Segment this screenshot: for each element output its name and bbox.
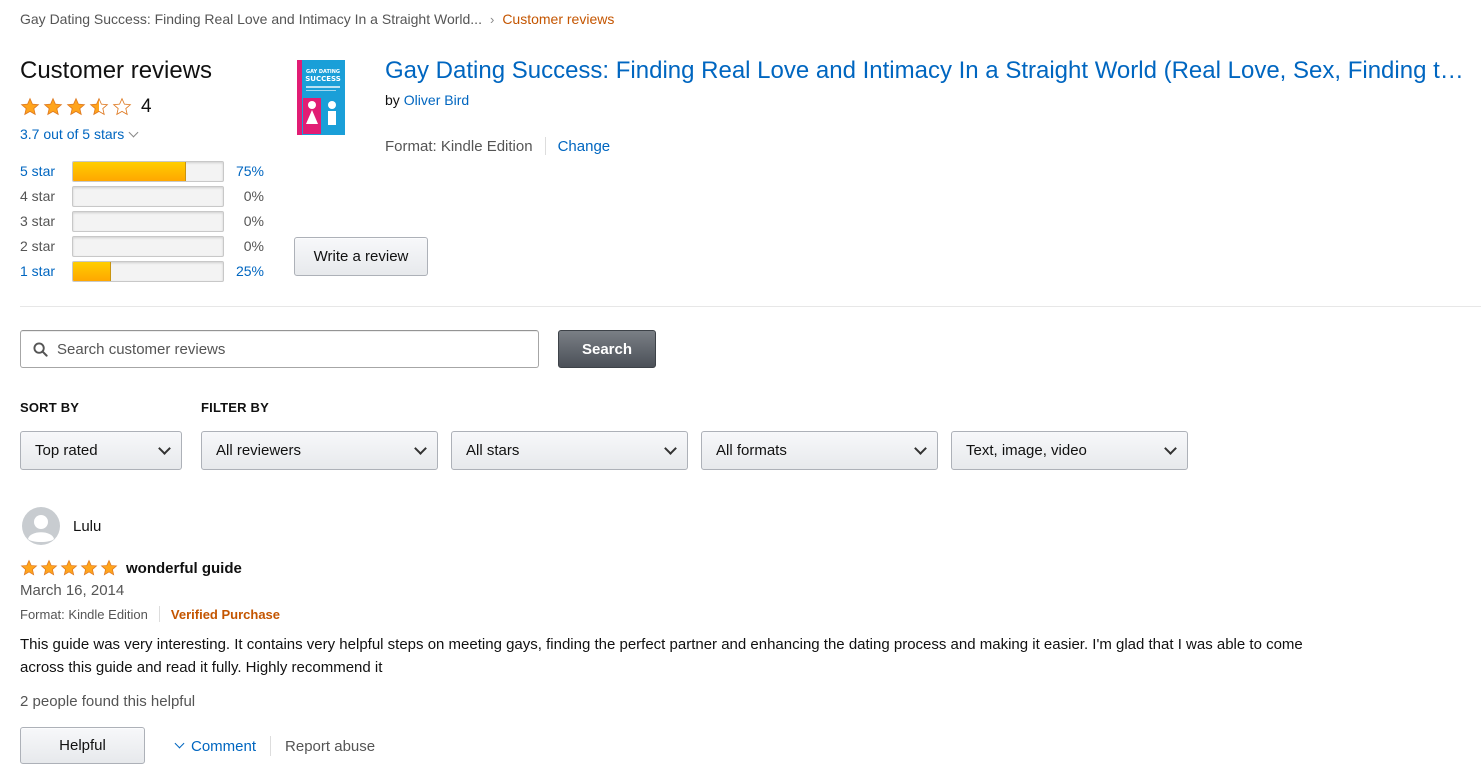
sort-value: Top rated: [35, 442, 98, 459]
review-actions: Comment Report abuse: [158, 736, 375, 756]
breadcrumb: Gay Dating Success: Finding Real Love an…: [20, 11, 614, 27]
histogram-label: 3 star: [20, 213, 56, 229]
review-rating: wonderful guide: [20, 559, 242, 577]
histogram-percent: 25%: [235, 263, 264, 279]
breadcrumb-current: Customer reviews: [502, 11, 615, 27]
star-full-icon: [20, 559, 38, 576]
media-filter-dropdown[interactable]: Text, image, video: [951, 431, 1188, 470]
search-input[interactable]: [57, 340, 517, 358]
product-title-link[interactable]: Gay Dating Success: Finding Real Love an…: [385, 57, 1475, 85]
chevron-down-icon: [158, 441, 171, 455]
chevron-down-icon: [664, 441, 677, 455]
histogram-row-2: 2 star 0%: [20, 235, 270, 257]
star-full-icon: [60, 559, 78, 576]
verified-purchase-badge: Verified Purchase: [170, 606, 281, 622]
rating-count: 4: [141, 96, 152, 117]
histogram-label: 4 star: [20, 188, 56, 204]
review-date: March 16, 2014: [20, 582, 125, 599]
divider: [158, 606, 160, 622]
write-review-button[interactable]: Write a review: [294, 237, 428, 276]
cover-title-line-2: SUCCESS: [305, 75, 341, 83]
chevron-down-icon: [128, 127, 139, 138]
format-text: Format: Kindle Edition: [385, 137, 533, 155]
star-filter-value: All stars: [466, 442, 520, 459]
format-filter-dropdown[interactable]: All formats: [701, 431, 938, 470]
histogram-percent: 75%: [235, 163, 264, 179]
author-link[interactable]: Oliver Bird: [404, 92, 469, 108]
average-rating-stars: 4: [20, 96, 152, 118]
helpful-count: 2 people found this helpful: [20, 693, 196, 710]
chevron-down-icon: [414, 441, 427, 455]
star-full-icon: [43, 97, 63, 116]
histogram-bar: [72, 260, 224, 282]
star-empty-icon: [112, 97, 132, 116]
histogram-label: 5 star: [20, 163, 56, 179]
star-filter-dropdown[interactable]: All stars: [451, 431, 688, 470]
section-divider: [20, 306, 1481, 307]
filter-by-label: FILTER BY: [201, 400, 269, 415]
histogram-row-4: 4 star 0%: [20, 185, 270, 207]
breadcrumb-separator: ›: [489, 11, 495, 27]
histogram-bar: [72, 235, 224, 257]
search-icon: [33, 341, 48, 357]
star-full-icon: [66, 97, 86, 116]
reviewer-name[interactable]: Lulu: [73, 518, 101, 535]
sort-dropdown[interactable]: Top rated: [20, 431, 182, 470]
reviewer-filter-dropdown[interactable]: All reviewers: [201, 431, 438, 470]
by-label: by: [385, 92, 400, 108]
histogram-bar: [72, 185, 224, 207]
histogram-fill: [73, 261, 111, 281]
chevron-down-icon: [914, 441, 927, 455]
sort-by-label: SORT BY: [20, 400, 80, 415]
helpful-button[interactable]: Helpful: [20, 727, 145, 764]
book-cover-image[interactable]: GAY DATING SUCCESS: [297, 60, 345, 135]
rating-out-of-text: 3.7 out of 5 stars: [20, 126, 125, 142]
star-full-icon: [20, 97, 40, 116]
chevron-down-icon: [174, 738, 185, 748]
chevron-down-icon: [1164, 441, 1177, 455]
histogram-percent: 0%: [243, 238, 264, 254]
product-format: Format: Kindle Edition Change: [385, 137, 610, 155]
review-meta: Format: Kindle Edition Verified Purchase: [20, 606, 280, 622]
product-byline: by Oliver Bird: [385, 92, 469, 108]
avatar[interactable]: [22, 507, 60, 545]
review-body: This guide was very interesting. It cont…: [20, 636, 1303, 676]
search-button[interactable]: Search: [558, 330, 656, 368]
divider: [270, 736, 272, 756]
media-filter-value: Text, image, video: [966, 442, 1087, 459]
histogram-bar: [72, 160, 224, 182]
star-full-icon: [100, 559, 118, 576]
review-search-box[interactable]: [20, 330, 539, 368]
histogram-bar: [72, 210, 224, 232]
histogram-percent: 0%: [243, 188, 264, 204]
star-full-icon: [80, 559, 98, 576]
report-abuse-link[interactable]: Report abuse: [285, 738, 375, 755]
review-title[interactable]: wonderful guide: [126, 560, 242, 577]
star-half-icon: [89, 97, 109, 116]
star-full-icon: [40, 559, 58, 576]
histogram-row-5[interactable]: 5 star 75%: [20, 160, 270, 182]
divider: [544, 137, 546, 155]
comment-link[interactable]: Comment: [191, 738, 256, 755]
breadcrumb-product-link[interactable]: Gay Dating Success: Finding Real Love an…: [20, 11, 482, 27]
histogram-label: 1 star: [20, 263, 56, 279]
review-format[interactable]: Format: Kindle Edition: [20, 607, 148, 622]
histogram-percent: 0%: [243, 213, 264, 229]
format-filter-value: All formats: [716, 442, 787, 459]
histogram-label: 2 star: [20, 238, 56, 254]
histogram-row-1[interactable]: 1 star 25%: [20, 260, 270, 282]
change-format-link[interactable]: Change: [558, 138, 611, 155]
rating-out-of-popover[interactable]: 3.7 out of 5 stars: [20, 126, 139, 142]
customer-reviews-heading: Customer reviews: [20, 57, 213, 84]
histogram-row-3: 3 star 0%: [20, 210, 270, 232]
reviewer-filter-value: All reviewers: [216, 442, 302, 459]
histogram-fill: [73, 161, 186, 181]
